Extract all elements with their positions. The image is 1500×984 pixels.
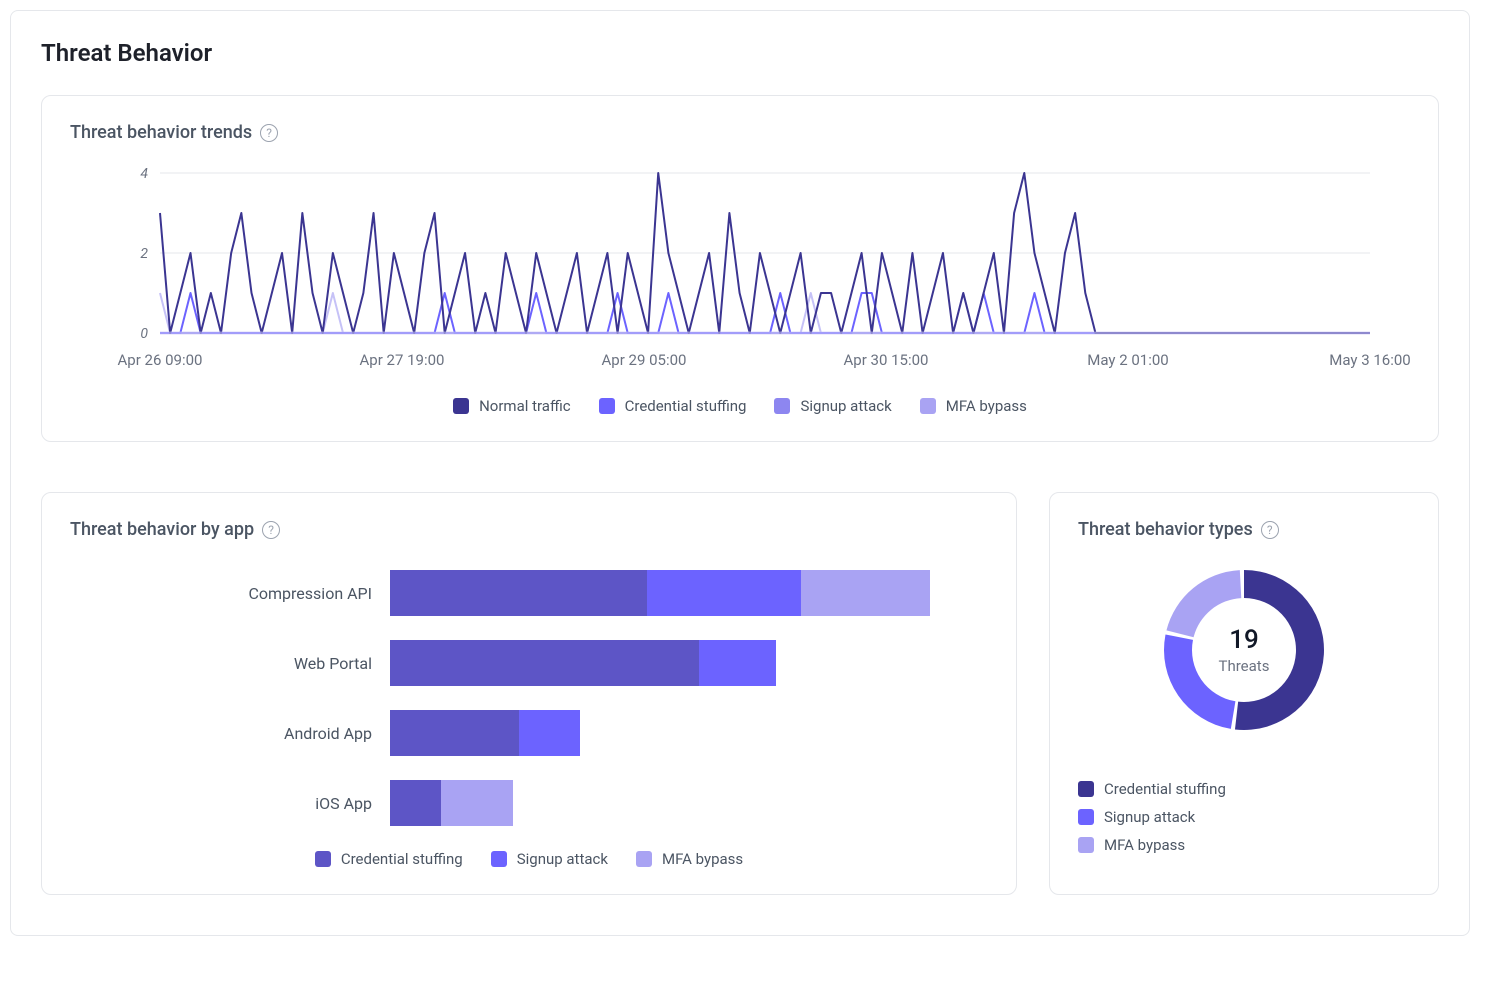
app-bar <box>390 710 580 756</box>
by-app-card-title: Threat behavior by app <box>70 519 254 540</box>
help-icon[interactable]: ? <box>1261 521 1279 539</box>
app-bar <box>390 780 513 826</box>
bar-segment <box>390 640 699 686</box>
legend-label: Signup attack <box>1104 808 1195 826</box>
legend-item[interactable]: Credential stuffing <box>1078 780 1410 798</box>
legend-item[interactable]: Normal traffic <box>453 397 571 415</box>
legend-item[interactable]: MFA bypass <box>636 850 743 868</box>
trends-legend: Normal traffic Credential stuffing Signup … <box>70 397 1410 415</box>
bar-segment <box>699 640 776 686</box>
trends-card-title: Threat behavior trends <box>70 122 252 143</box>
app-bar <box>390 640 776 686</box>
app-bar <box>390 570 930 616</box>
bar-segment <box>519 710 581 756</box>
trends-card-header: Threat behavior trends ? <box>70 122 1410 143</box>
legend-item[interactable]: Signup attack <box>491 850 608 868</box>
legend-item[interactable]: Credential stuffing <box>315 850 463 868</box>
bar-segment <box>647 570 801 616</box>
legend-swatch <box>774 398 790 414</box>
legend-label: MFA bypass <box>662 850 743 868</box>
legend-label: Credential stuffing <box>625 397 747 415</box>
svg-text:4: 4 <box>140 166 148 182</box>
types-donut-chart: 19 Threats <box>1154 560 1334 740</box>
bar-segment <box>441 780 513 826</box>
svg-text:Apr 30 15:00: Apr 30 15:00 <box>844 351 929 369</box>
types-card-header: Threat behavior types ? <box>1078 519 1410 540</box>
app-bar-row: Web Portal <box>70 640 988 686</box>
legend-item[interactable]: MFA bypass <box>1078 836 1410 854</box>
app-label: Compression API <box>70 584 390 603</box>
svg-text:May 2 01:00: May 2 01:00 <box>1087 351 1168 369</box>
legend-label: Signup attack <box>800 397 891 415</box>
types-legend: Credential stuffing Signup attack MFA bypa… <box>1078 780 1410 854</box>
bar-segment <box>390 570 647 616</box>
legend-item[interactable]: Signup attack <box>1078 808 1410 826</box>
app-bar-row: Compression API <box>70 570 988 616</box>
bar-segment <box>390 710 519 756</box>
legend-label: Normal traffic <box>479 397 571 415</box>
legend-label: Signup attack <box>517 850 608 868</box>
by-app-bar-chart: Compression API Web Portal Android App iOS … <box>70 560 988 826</box>
legend-swatch <box>453 398 469 414</box>
svg-text:Apr 26 09:00: Apr 26 09:00 <box>118 351 203 369</box>
app-label: Android App <box>70 724 390 743</box>
by-app-card: Threat behavior by app ? Compression API… <box>41 492 1017 895</box>
svg-text:Apr 27 19:00: Apr 27 19:00 <box>360 351 445 369</box>
types-card-title: Threat behavior types <box>1078 519 1253 540</box>
legend-label: MFA bypass <box>946 397 1027 415</box>
legend-swatch <box>491 851 507 867</box>
legend-swatch <box>636 851 652 867</box>
legend-item[interactable]: Signup attack <box>774 397 891 415</box>
svg-text:2: 2 <box>140 246 148 262</box>
app-label: iOS App <box>70 794 390 813</box>
help-icon[interactable]: ? <box>262 521 280 539</box>
types-card: Threat behavior types ? 19 Threats Crede… <box>1049 492 1439 895</box>
svg-text:Apr 29 05:00: Apr 29 05:00 <box>602 351 687 369</box>
svg-text:May 3 16:00: May 3 16:00 <box>1329 351 1410 369</box>
legend-swatch <box>315 851 331 867</box>
app-bar-row: Android App <box>70 710 988 756</box>
legend-swatch <box>1078 837 1094 853</box>
by-app-card-header: Threat behavior by app ? <box>70 519 988 540</box>
legend-label: Credential stuffing <box>1104 780 1226 798</box>
legend-item[interactable]: MFA bypass <box>920 397 1027 415</box>
help-icon[interactable]: ? <box>260 124 278 142</box>
donut-label: Threats <box>1219 657 1270 675</box>
svg-text:0: 0 <box>140 326 148 342</box>
legend-swatch <box>1078 809 1094 825</box>
app-label: Web Portal <box>70 654 390 673</box>
legend-label: Credential stuffing <box>341 850 463 868</box>
by-app-legend: Credential stuffing Signup attack MFA bypa… <box>70 850 988 868</box>
bar-segment <box>390 780 441 826</box>
legend-swatch <box>1078 781 1094 797</box>
dashboard-panel: Threat Behavior Threat behavior trends ?… <box>10 10 1470 936</box>
legend-swatch <box>920 398 936 414</box>
legend-swatch <box>599 398 615 414</box>
trends-line-chart: 0 2 4 Apr 26 09:00 Apr 27 19:00 Apr 29 05:00 A… <box>70 163 1410 383</box>
legend-label: MFA bypass <box>1104 836 1185 854</box>
app-bar-row: iOS App <box>70 780 988 826</box>
row-secondary: Threat behavior by app ? Compression API… <box>41 492 1439 895</box>
bar-segment <box>801 570 930 616</box>
trends-card: Threat behavior trends ? 0 2 4 Apr 26 09:00… <box>41 95 1439 442</box>
page-title: Threat Behavior <box>41 39 1439 67</box>
donut-value: 19 <box>1229 625 1259 655</box>
donut-center: 19 Threats <box>1154 560 1334 740</box>
legend-item[interactable]: Credential stuffing <box>599 397 747 415</box>
